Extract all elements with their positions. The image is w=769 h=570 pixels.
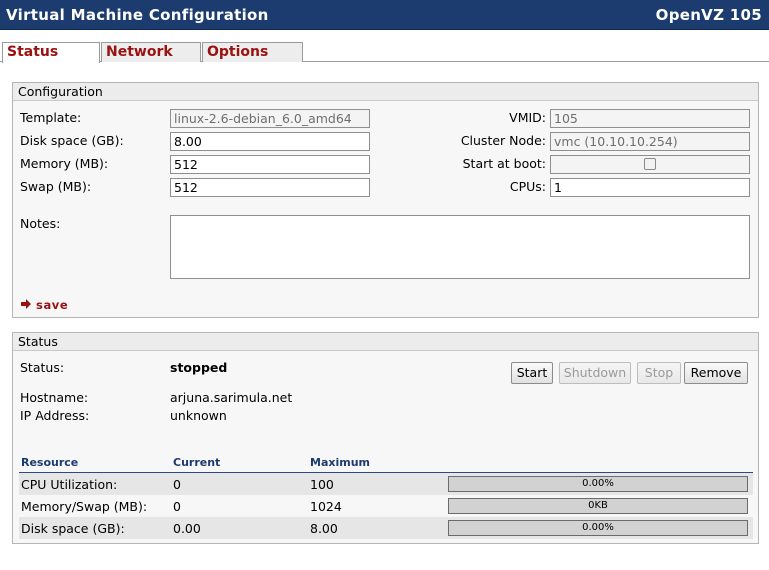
table-row: Disk space (GB): 0.00 8.00 0.00% <box>19 517 753 539</box>
ip-address-label: IP Address: <box>20 408 90 423</box>
shutdown-button[interactable]: Shutdown <box>559 362 631 384</box>
status-value: stopped <box>170 360 228 375</box>
usage-bar: 0.00% <box>448 520 748 536</box>
tab-network[interactable]: Network <box>101 42 201 62</box>
swap-label: Swap (MB): <box>20 179 92 194</box>
tab-strip: Status Network Options <box>0 42 769 63</box>
table-row: Memory/Swap (MB): 0 1024 0KB <box>19 495 753 517</box>
vmid-label: VMID: <box>509 110 546 125</box>
start-button[interactable]: Start <box>511 362 553 384</box>
vm-label: OpenVZ 105 <box>655 6 762 24</box>
resource-maximum: 8.00 <box>310 521 338 536</box>
disk-space-label: Disk space (GB): <box>20 133 124 148</box>
resource-current: 0 <box>173 499 181 514</box>
window-title: Virtual Machine Configuration <box>6 6 269 24</box>
resource-maximum: 1024 <box>310 499 342 514</box>
table-row: CPU Utilization: 0 100 0.00% <box>19 473 753 495</box>
swap-field[interactable]: 512 <box>170 178 370 197</box>
maximum-column-header: Maximum <box>310 456 370 469</box>
memory-field[interactable]: 512 <box>170 155 370 174</box>
remove-button[interactable]: Remove <box>684 362 748 384</box>
hostname-label: Hostname: <box>20 390 89 405</box>
start-at-boot-checkbox[interactable] <box>644 158 656 170</box>
cpus-field[interactable]: 1 <box>550 178 750 197</box>
current-column-header: Current <box>173 456 221 469</box>
notes-textarea[interactable] <box>170 215 750 279</box>
configuration-panel-title: Configuration <box>13 83 758 101</box>
vmid-field: 105 <box>550 109 750 128</box>
memory-label: Memory (MB): <box>20 156 109 171</box>
ip-address-value: unknown <box>170 408 227 423</box>
status-panel: Status Status: stopped Start Shutdown St… <box>12 332 759 544</box>
usage-bar: 0.00% <box>448 476 748 492</box>
tab-options[interactable]: Options <box>202 42 303 62</box>
configuration-panel: Configuration Template: linux-2.6-debian… <box>12 82 759 318</box>
tab-status[interactable]: Status <box>2 42 100 63</box>
resource-current: 0 <box>173 477 181 492</box>
arrow-right-icon <box>21 299 31 309</box>
title-bar: Virtual Machine Configuration OpenVZ 105 <box>0 0 769 30</box>
resource-maximum: 100 <box>310 477 334 492</box>
template-label: Template: <box>20 110 82 125</box>
notes-label: Notes: <box>20 216 61 231</box>
stop-button[interactable]: Stop <box>637 362 681 384</box>
resource-current: 0.00 <box>173 521 201 536</box>
status-panel-title: Status <box>13 333 758 351</box>
disk-space-field[interactable]: 8.00 <box>170 132 370 151</box>
usage-text: 0.00% <box>582 478 614 489</box>
cluster-node-label: Cluster Node: <box>460 133 546 148</box>
hostname-value: arjuna.sarimula.net <box>170 390 293 405</box>
start-at-boot-label: Start at boot: <box>462 156 546 171</box>
resource-name: Memory/Swap (MB): <box>21 499 148 514</box>
resource-column-header: Resource <box>21 456 79 469</box>
cluster-node-field: vmc (10.10.10.254) <box>550 132 750 151</box>
template-field: linux-2.6-debian_6.0_amd64 <box>170 109 370 128</box>
save-label: save <box>36 298 69 312</box>
start-at-boot-field <box>550 155 750 174</box>
usage-bar: 0KB <box>448 498 748 514</box>
resource-name: CPU Utilization: <box>21 477 118 492</box>
usage-text: 0.00% <box>582 522 614 533</box>
usage-text: 0KB <box>588 500 608 511</box>
save-link[interactable]: save <box>21 298 68 312</box>
status-label: Status: <box>20 360 65 375</box>
resource-name: Disk space (GB): <box>21 521 125 536</box>
cpus-label: CPUs: <box>509 179 546 194</box>
